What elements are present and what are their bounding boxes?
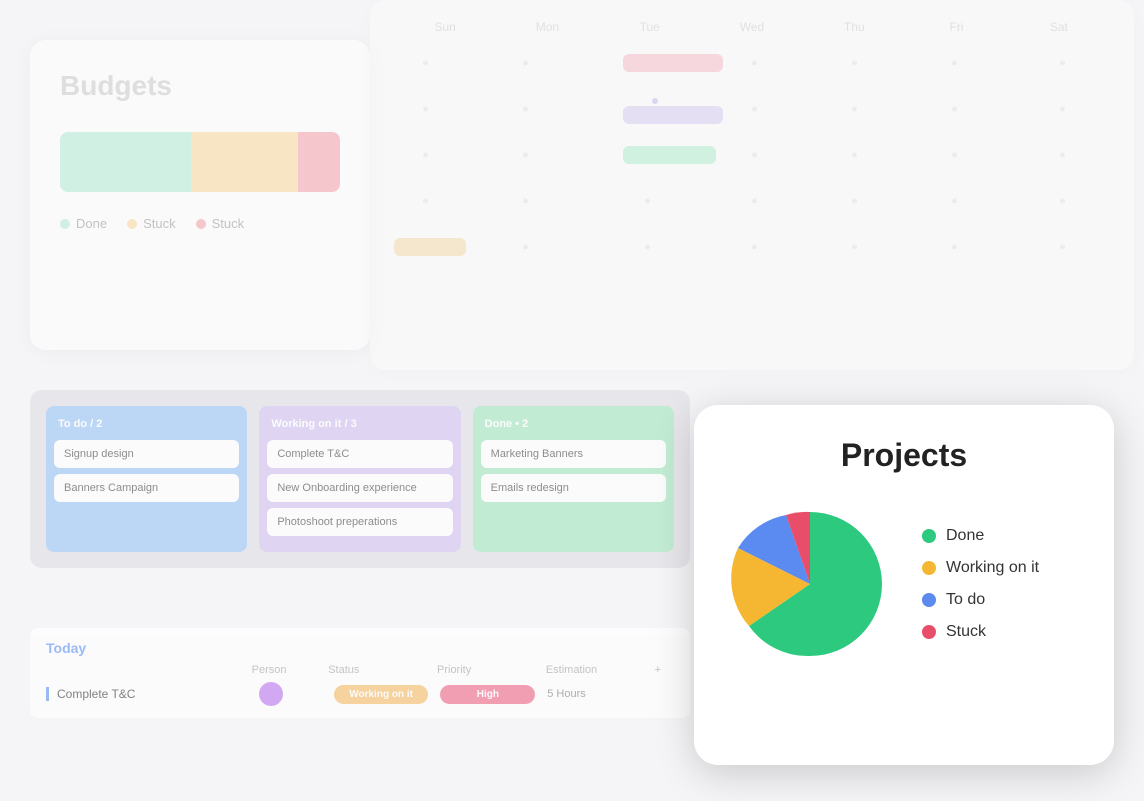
kanban-card-onboarding: New Onboarding experience [267, 474, 452, 502]
today-priority: High [440, 685, 535, 704]
col-header-done: Done • 2 [481, 416, 666, 432]
proj-dot-done [922, 529, 936, 543]
day-fri: Fri [905, 20, 1007, 34]
proj-dot-todo [922, 593, 936, 607]
kanban-columns: To do / 2 Signup design Banners Campaign… [46, 406, 674, 552]
kanban-card-signup: Signup design [54, 440, 239, 468]
calendar-header: Sun Mon Tue Wed Thu Fri Sat [394, 20, 1110, 34]
cal-row-4 [394, 188, 1110, 214]
legend-done: Done [60, 216, 107, 231]
legend-dot-stuck1 [127, 219, 137, 229]
bar-stuck-yellow [191, 132, 298, 192]
day-sun: Sun [394, 20, 496, 34]
kanban-col-done: Done • 2 Marketing Banners Emails redesi… [473, 406, 674, 552]
today-person [259, 682, 322, 706]
proj-label-todo: To do [946, 591, 985, 609]
day-mon: Mon [496, 20, 598, 34]
legend-item-stuck: Stuck [922, 623, 1039, 641]
kanban-card-marketing: Marketing Banners [481, 440, 666, 468]
day-sat: Sat [1008, 20, 1110, 34]
legend-dot-done [60, 219, 70, 229]
legend-label-stuck2: Stuck [212, 216, 245, 231]
proj-label-stuck: Stuck [946, 623, 986, 641]
priority-badge: High [440, 685, 535, 704]
today-status: Working on it [334, 685, 429, 704]
col-header-working: Working on it / 3 [267, 416, 452, 432]
proj-label-done: Done [946, 527, 984, 545]
legend-item-working: Working on it [922, 559, 1039, 577]
col-header-add: + [655, 664, 674, 676]
proj-dot-stuck [922, 625, 936, 639]
today-task: Complete T&C [46, 687, 247, 701]
avatar [259, 682, 283, 706]
legend-label-done: Done [76, 216, 107, 231]
day-thu: Thu [803, 20, 905, 34]
cal-row-1 [394, 50, 1110, 76]
projects-legend: Done Working on it To do Stuck [922, 527, 1039, 641]
cal-row-2 [394, 96, 1110, 122]
bar-stuck-red [298, 132, 340, 192]
projects-title: Projects [730, 437, 1078, 474]
kanban-col-working: Working on it / 3 Complete T&C New Onboa… [259, 406, 460, 552]
today-label: Today [46, 640, 674, 656]
today-row: Complete T&C Working on it High 5 Hours [46, 682, 674, 706]
col-header-todo: To do / 2 [54, 416, 239, 432]
legend-stuck1: Stuck [127, 216, 176, 231]
projects-content: Done Working on it To do Stuck [730, 504, 1078, 664]
kanban-card-complete-tc: Complete T&C [267, 440, 452, 468]
col-header-task [46, 664, 240, 676]
proj-dot-working [922, 561, 936, 575]
legend-stuck2: Stuck [196, 216, 245, 231]
pie-chart [730, 504, 890, 664]
status-badge: Working on it [334, 685, 429, 704]
col-header-status: Status [328, 664, 425, 676]
kanban-wrapper: To do / 2 Signup design Banners Campaign… [30, 390, 690, 568]
calendar-card: Sun Mon Tue Wed Thu Fri Sat [370, 0, 1134, 370]
legend-label-stuck1: Stuck [143, 216, 176, 231]
legend-item-done: Done [922, 527, 1039, 545]
kanban-card-photoshoot: Photoshoot preperations [267, 508, 452, 536]
today-section: Today Person Status Priority Estimation … [30, 628, 690, 718]
today-estimation: 5 Hours [547, 688, 642, 700]
kanban-card-banners: Banners Campaign [54, 474, 239, 502]
col-header-person: Person [252, 664, 317, 676]
legend-item-todo: To do [922, 591, 1039, 609]
pie-svg [730, 504, 890, 664]
legend-dot-stuck2 [196, 219, 206, 229]
budgets-card: Budgets Done Stuck Stuck [30, 40, 370, 350]
projects-card: Projects Done Wo [694, 405, 1114, 765]
col-header-estimation: Estimation [546, 664, 643, 676]
day-wed: Wed [701, 20, 803, 34]
budget-bar [60, 132, 340, 192]
proj-label-working: Working on it [946, 559, 1039, 577]
kanban-col-todo: To do / 2 Signup design Banners Campaign [46, 406, 247, 552]
calendar-grid [394, 50, 1110, 260]
cal-row-3 [394, 142, 1110, 168]
budgets-title: Budgets [60, 70, 340, 102]
budget-legend: Done Stuck Stuck [60, 216, 340, 231]
day-tue: Tue [599, 20, 701, 34]
kanban-card-emails: Emails redesign [481, 474, 666, 502]
col-header-priority: Priority [437, 664, 534, 676]
cal-row-5 [394, 234, 1110, 260]
bar-done [60, 132, 191, 192]
